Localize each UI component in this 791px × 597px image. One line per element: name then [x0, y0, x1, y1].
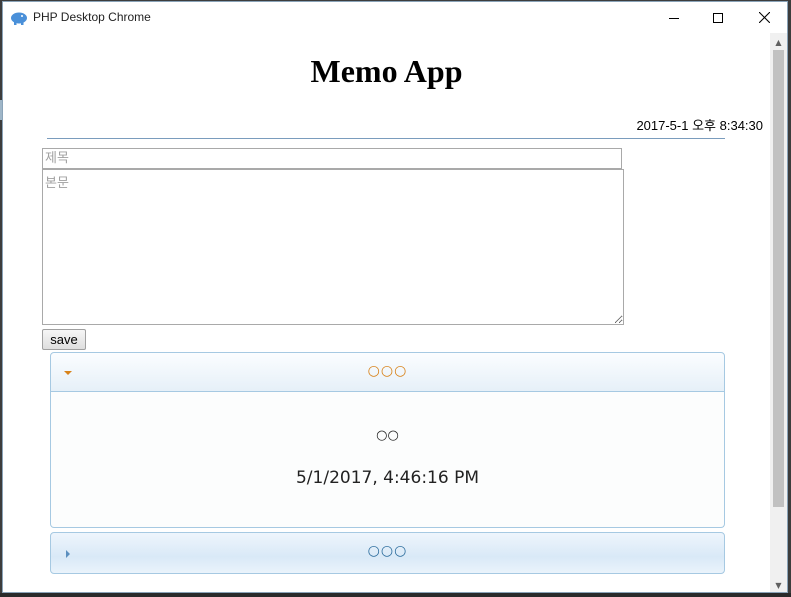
minimize-icon — [669, 17, 679, 19]
scrollbar-thumb[interactable] — [773, 50, 784, 507]
memo-body: ○○ — [376, 428, 399, 443]
current-datetime: 2017-5-1 오후 8:34:30 — [636, 118, 763, 133]
save-button[interactable]: save — [42, 329, 86, 350]
scroll-up-icon[interactable]: ▲ — [770, 35, 787, 49]
maximize-button[interactable] — [695, 2, 741, 33]
window-titlebar[interactable]: PHP Desktop Chrome — [3, 2, 787, 33]
app-window: PHP Desktop Chrome Memo App 2017-5-1 오후 … — [2, 1, 788, 593]
memo-title: ○○○ — [367, 543, 408, 559]
memo-date: 5/1/2017, 4:46:16 PM — [295, 468, 479, 488]
vertical-scrollbar[interactable]: ▲ ▼ — [770, 33, 787, 592]
desktop-taskbar-edge — [0, 593, 791, 597]
window-title: PHP Desktop Chrome — [33, 10, 151, 24]
memo-body-textarea[interactable] — [42, 169, 624, 325]
memo-accordion: ○○○ ○○ 5/1/2017, 4:46:16 PM ○○○ — [50, 352, 725, 574]
close-icon — [758, 12, 770, 23]
page-content: Memo App 2017-5-1 오후 8:34:30 save ○○○ ○○… — [3, 33, 770, 592]
memo-panel: ○○ 5/1/2017, 4:46:16 PM — [50, 392, 725, 528]
maximize-icon — [713, 12, 723, 23]
scroll-down-icon[interactable]: ▼ — [770, 578, 787, 592]
memo-header[interactable]: ○○○ — [50, 532, 725, 574]
memo-header[interactable]: ○○○ — [50, 352, 725, 392]
page-title: Memo App — [310, 53, 463, 89]
divider — [47, 138, 725, 139]
php-elephant-icon — [10, 10, 28, 25]
memo-title: ○○○ — [367, 363, 408, 379]
close-button[interactable] — [741, 2, 787, 33]
memo-title-input[interactable] — [42, 148, 622, 169]
minimize-button[interactable] — [651, 2, 697, 33]
